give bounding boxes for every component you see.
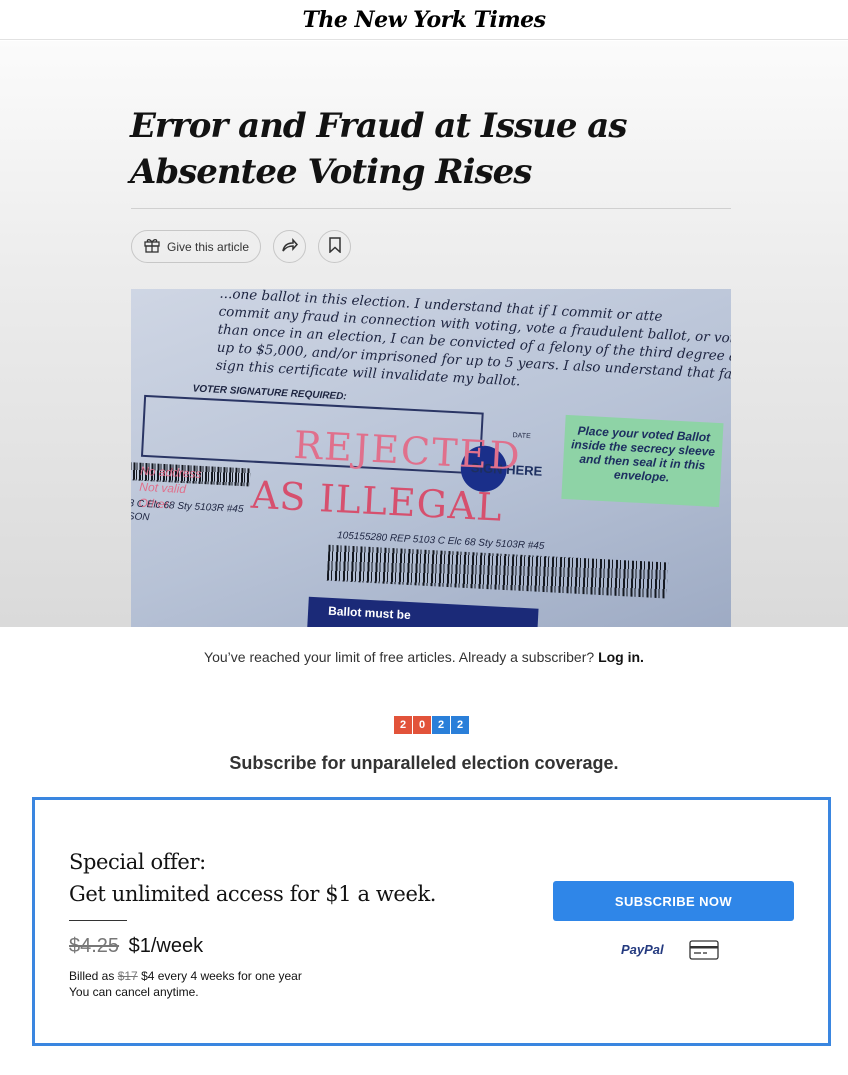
offer-card: Special offer: Get unlimited access for … (32, 797, 831, 1046)
article-toolbar: Give this article (131, 230, 352, 263)
photo-stamp-rejected: REJECTED (292, 422, 523, 479)
badge-digit: 2 (394, 716, 412, 734)
bookmark-icon (328, 237, 341, 256)
new-price: $1/week (128, 935, 204, 957)
cancel-text: You can cancel anytime. (69, 985, 199, 999)
save-button[interactable] (318, 230, 352, 263)
photo-green-note: Place your voted Ballot inside the secre… (561, 414, 724, 508)
credit-card-icon[interactable] (689, 940, 719, 965)
paywall: You’ve reached your limit of free articl… (0, 627, 848, 1075)
give-article-label: Give this article (167, 239, 250, 254)
old-price: $4.25 (69, 935, 120, 957)
photo-side-code: 3 C Elc 68 Sty 5103R #45 SON (131, 498, 244, 524)
ballot-envelope-image: ...one ballot in this election. I unders… (131, 289, 731, 627)
badge-digit: 0 (413, 716, 431, 734)
offer-title: Special offer: Get unlimited access for … (69, 846, 436, 910)
gift-icon (143, 236, 161, 257)
billing-terms: Billed as $17 $4 every 4 weeks for one y… (69, 968, 302, 1000)
share-icon (281, 237, 299, 256)
subscribe-title: Subscribe for unparalleled election cove… (229, 753, 619, 773)
share-button[interactable] (273, 230, 307, 263)
paypal-option[interactable]: PayPal (621, 942, 664, 957)
article-photo: ...one ballot in this election. I unders… (131, 289, 731, 627)
offer-divider (69, 920, 127, 921)
billed-rest: $4 every 4 weeks for one year (141, 969, 302, 983)
billed-prefix: Billed as (69, 969, 115, 983)
article-limit-message: You’ve reached your limit of free articl… (0, 649, 848, 665)
article-headline: Error and Fraud at Issue as Absentee Vot… (130, 106, 627, 192)
badge-digit: 2 (432, 716, 450, 734)
photo-envelope-text: ...one ballot in this election. I unders… (215, 289, 731, 390)
price-line: $4.25 $1/week (69, 935, 203, 958)
offer-title-line2: Get unlimited access for $1 a week. (69, 882, 437, 906)
article-header: Error and Fraud at Issue as Absentee Vot… (0, 41, 848, 627)
election-2022-badge: 2 0 2 2 (394, 716, 470, 734)
photo-barcode (326, 544, 669, 599)
nyt-logo[interactable]: The New York Times (302, 7, 546, 33)
masthead: The New York Times (0, 0, 848, 40)
offer-title-line1: Special offer: (69, 850, 206, 874)
login-link[interactable]: Log in. (598, 649, 644, 665)
billed-old-price: $17 (117, 969, 138, 983)
photo-blue-label: Ballot must be (305, 596, 539, 627)
headline-divider (131, 208, 731, 209)
badge-digit: 2 (451, 716, 469, 734)
limit-text: You’ve reached your limit of free articl… (204, 649, 595, 665)
give-article-button[interactable]: Give this article (131, 230, 262, 263)
subscribe-now-button[interactable]: SUBSCRIBE NOW (553, 881, 794, 921)
